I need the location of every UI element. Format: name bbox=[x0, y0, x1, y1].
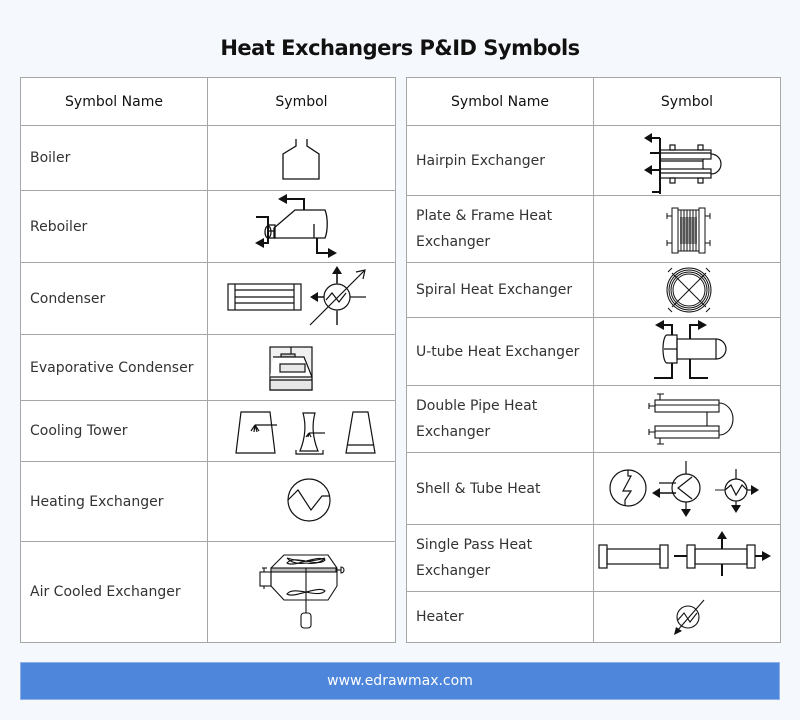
symbols-table-right: Symbol Name Symbol Hairpin Exchanger Pla… bbox=[406, 77, 781, 643]
row-label: Condenser bbox=[30, 290, 106, 307]
table-row-name: Shell & Tube Heat bbox=[407, 453, 594, 525]
table-row-name: Plate & Frame Heat Exchanger bbox=[407, 196, 594, 263]
single-pass-heat-exchanger-symbol bbox=[594, 525, 780, 592]
row-label: Heating Exchanger bbox=[30, 493, 164, 510]
row-label: Cooling Tower bbox=[30, 423, 128, 439]
heating-exchanger-symbol bbox=[208, 462, 395, 542]
cooling-tower-symbol bbox=[208, 401, 395, 462]
table-row-name: Boiler bbox=[21, 126, 208, 191]
row-label: Hairpin Exchanger bbox=[416, 152, 546, 169]
header-symbol-name: Symbol Name bbox=[407, 78, 594, 126]
page-title: Heat Exchangers P&ID Symbols bbox=[220, 36, 580, 60]
table-row-name: Evaporative Condenser bbox=[21, 335, 208, 401]
shell-tube-heat-symbol bbox=[594, 453, 780, 525]
row-label: Single Pass Heat Exchanger bbox=[416, 537, 533, 579]
header-symbol: Symbol bbox=[594, 78, 780, 126]
header-symbol: Symbol bbox=[208, 78, 395, 126]
row-label: Evaporative Condenser bbox=[30, 359, 194, 376]
header-symbol-name: Symbol Name bbox=[21, 78, 208, 126]
table-row-name: Condenser bbox=[21, 263, 208, 335]
evaporative-condenser-symbol bbox=[208, 335, 395, 401]
row-label: Air Cooled Exchanger bbox=[30, 584, 181, 600]
hairpin-exchanger-symbol bbox=[594, 126, 780, 196]
table-row-name: Hairpin Exchanger bbox=[407, 126, 594, 196]
row-label: Boiler bbox=[30, 150, 71, 166]
spiral-heat-exchanger-symbol bbox=[594, 263, 780, 318]
boiler-symbol bbox=[208, 126, 395, 191]
symbols-table-left: Symbol Name Symbol Boiler Reboiler Conde… bbox=[20, 77, 396, 643]
reboiler-symbol bbox=[208, 191, 395, 263]
table-row-name: Double Pipe Heat Exchanger bbox=[407, 386, 594, 453]
row-label: Shell & Tube Heat bbox=[416, 480, 541, 497]
double-pipe-heat-exchanger-symbol bbox=[594, 386, 780, 453]
table-row-name: Reboiler bbox=[21, 191, 208, 263]
table-row-name: Cooling Tower bbox=[21, 401, 208, 462]
u-tube-heat-exchanger-symbol bbox=[594, 318, 780, 386]
row-label: Heater bbox=[416, 609, 464, 625]
table-row-name: Spiral Heat Exchanger bbox=[407, 263, 594, 318]
row-label: Spiral Heat Exchanger bbox=[416, 282, 573, 298]
plate-frame-heat-exchanger-symbol bbox=[594, 196, 780, 263]
table-row-name: Air Cooled Exchanger bbox=[21, 542, 208, 642]
air-cooled-exchanger-symbol bbox=[208, 542, 395, 642]
condenser-symbol bbox=[208, 263, 395, 335]
table-row-name: U-tube Heat Exchanger bbox=[407, 318, 594, 386]
footer-url-banner[interactable]: www.edrawmax.com bbox=[20, 662, 780, 700]
table-row-name: Heater bbox=[407, 592, 594, 642]
heater-symbol bbox=[594, 592, 780, 642]
row-label: U-tube Heat Exchanger bbox=[416, 343, 580, 360]
row-label: Plate & Frame Heat Exchanger bbox=[416, 208, 553, 250]
table-row-name: Heating Exchanger bbox=[21, 462, 208, 542]
row-label: Double Pipe Heat Exchanger bbox=[416, 398, 538, 440]
row-label: Reboiler bbox=[30, 218, 88, 235]
table-row-name: Single Pass Heat Exchanger bbox=[407, 525, 594, 592]
